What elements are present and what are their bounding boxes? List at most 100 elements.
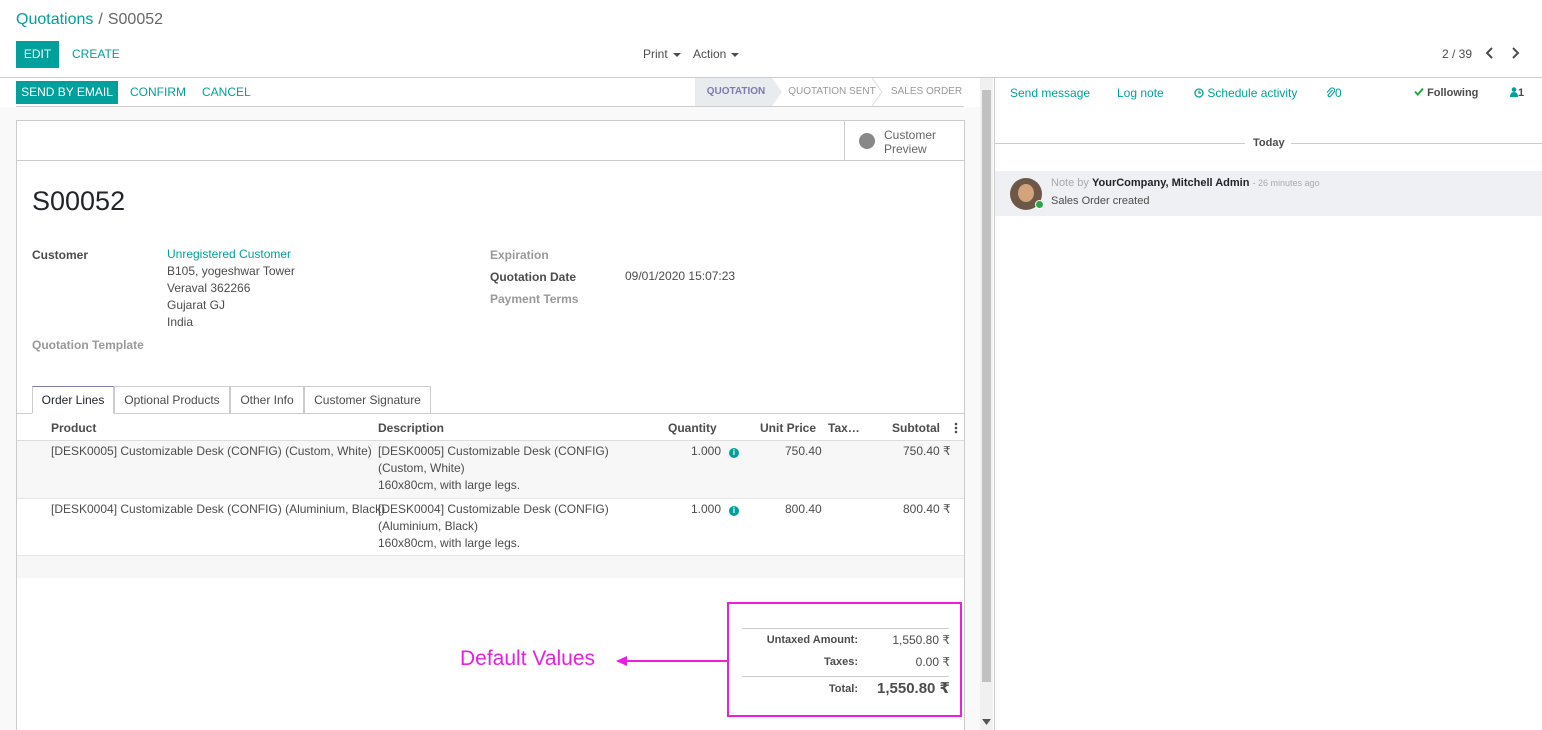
row-subtotal: 800.40 ₹: [903, 502, 951, 516]
followers-button[interactable]: 1: [1510, 87, 1524, 99]
customer-preview-line1: Customer: [884, 128, 937, 142]
table-row[interactable]: [DESK0005] Customizable Desk (CONFIG) (C…: [17, 441, 964, 499]
customer-preview-button[interactable]: Customer Preview: [844, 121, 964, 160]
check-icon: [1414, 87, 1424, 96]
message-author[interactable]: YourCompany, Mitchell Admin: [1092, 177, 1249, 189]
quotation-date-label: Quotation Date: [490, 270, 576, 284]
row-description-line3: 160x80cm, with large legs.: [378, 536, 521, 550]
control-panel: Quotations / S00052 EDIT CREATE Print Acti…: [0, 0, 1542, 78]
user-icon: [1510, 87, 1518, 97]
edit-button[interactable]: EDIT: [16, 41, 59, 68]
row-subtotal: 750.40 ₹: [903, 444, 951, 458]
table-row[interactable]: [DESK0004] Customizable Desk (CONFIG) (A…: [17, 499, 964, 556]
tab-optional-products[interactable]: Optional Products: [114, 386, 230, 414]
tab-other-info[interactable]: Other Info: [230, 386, 304, 414]
action-dropdown[interactable]: Action: [693, 47, 740, 61]
address-line-1: B105, yogeshwar Tower: [167, 264, 295, 278]
breadcrumb-quotations-link[interactable]: Quotations: [16, 11, 93, 28]
schedule-activity-button[interactable]: Schedule activity: [1194, 86, 1297, 100]
message-time: - 26 minutes ago: [1252, 178, 1320, 188]
stage-quotation-sent[interactable]: QUOTATION SENT: [785, 78, 879, 106]
total-value: 1,550.80 ₹: [877, 680, 950, 697]
tab-customer-signature[interactable]: Customer Signature: [304, 386, 431, 414]
pager-value[interactable]: 2 / 39: [1442, 47, 1472, 61]
message-body: Sales Order created: [1051, 195, 1150, 207]
attachments-button[interactable]: 0: [1326, 86, 1342, 100]
record-title: S00052: [32, 186, 126, 216]
col-quantity[interactable]: Quantity: [668, 421, 717, 435]
date-separator-line-left: [995, 143, 1245, 144]
paperclip-icon: [1326, 87, 1336, 98]
form-scrollbar-thumb[interactable]: [982, 90, 991, 682]
stage-quotation[interactable]: QUOTATION: [695, 78, 777, 106]
followers-count: 1: [1518, 87, 1525, 99]
confirm-button[interactable]: CONFIRM: [130, 81, 186, 104]
col-unit-price[interactable]: Unit Price: [760, 421, 816, 435]
scroll-down-arrow-icon[interactable]: [981, 718, 992, 726]
chatter-panel: Send message Log note Schedule activity …: [994, 78, 1542, 730]
annotation-arrow: [616, 656, 728, 666]
schedule-activity-label: Schedule activity: [1207, 86, 1298, 100]
expiration-label: Expiration: [490, 248, 549, 262]
col-subtotal[interactable]: Subtotal: [892, 421, 940, 435]
order-lines-header: Product Description Quantity Unit Price …: [17, 414, 964, 441]
avatar-face: [1018, 184, 1034, 202]
breadcrumb: Quotations / S00052: [16, 11, 163, 29]
following-button[interactable]: Following: [1414, 87, 1478, 99]
payment-terms-label: Payment Terms: [490, 292, 579, 306]
row-unit-price: 800.40: [785, 502, 822, 516]
untaxed-amount-label: Untaxed Amount:: [766, 634, 858, 646]
tab-order-lines[interactable]: Order Lines: [32, 386, 114, 414]
print-dropdown[interactable]: Print: [643, 47, 681, 61]
chevron-left-icon[interactable]: [1483, 46, 1497, 60]
log-note-button[interactable]: Log note: [1117, 86, 1164, 100]
col-product[interactable]: Product: [51, 421, 96, 435]
clock-icon: [1194, 88, 1204, 98]
breadcrumb-current: S00052: [107, 11, 164, 28]
stage-sales-order[interactable]: SALES ORDER: [889, 78, 964, 106]
send-by-email-button[interactable]: SEND BY EMAIL: [16, 81, 118, 104]
row-product: [DESK0004] Customizable Desk (CONFIG) (A…: [51, 502, 386, 516]
date-separator: Today: [995, 137, 1542, 151]
row-quantity: 1.000: [691, 502, 722, 516]
row-description-line1: [DESK0005] Customizable Desk (CONFIG): [378, 444, 609, 458]
row-description-line2: (Aluminium, Black): [378, 519, 479, 533]
row-unit-price: 750.40: [785, 444, 822, 458]
total-label: Total:: [828, 683, 858, 695]
statusbar: SEND BY EMAIL CONFIRM CANCEL QUOTATION Q…: [16, 78, 964, 107]
customer-preview-line2: Preview: [884, 142, 927, 156]
send-message-button[interactable]: Send message: [1010, 86, 1090, 100]
button-box: Customer Preview: [17, 121, 964, 161]
taxes-value: 0.00 ₹: [915, 655, 950, 669]
chevron-right-icon[interactable]: [1508, 46, 1522, 60]
caret-down-icon: [672, 52, 681, 57]
info-icon[interactable]: i: [729, 448, 739, 458]
address-line-3: Gujarat GJ: [167, 298, 226, 312]
message-meta: Note by YourCompany, Mitchell Admin - 26…: [1051, 177, 1320, 189]
quotation-date-value: 09/01/2020 15:07:23: [625, 269, 736, 283]
untaxed-amount-value: 1,550.80 ₹: [892, 633, 950, 647]
customer-link[interactable]: Unregistered Customer: [167, 246, 291, 263]
col-description[interactable]: Description: [378, 421, 444, 435]
create-button[interactable]: CREATE: [72, 47, 120, 61]
chatter-message: Note by YourCompany, Mitchell Admin - 26…: [995, 171, 1542, 216]
following-label: Following: [1427, 87, 1479, 99]
date-separator-label: Today: [1253, 137, 1285, 149]
quotation-template-label: Quotation Template: [32, 338, 144, 352]
date-separator-line-right: [1291, 143, 1542, 144]
totals-top-divider: [742, 628, 949, 629]
print-dropdown-label: Print: [643, 47, 668, 61]
row-quantity: 1.000: [691, 444, 722, 458]
column-options-icon[interactable]: [953, 422, 959, 434]
globe-icon: [859, 133, 875, 149]
attachments-count: 0: [1335, 86, 1342, 100]
address-line-2: Veraval 362266: [167, 281, 251, 295]
message-prefix: Note by: [1051, 177, 1089, 189]
default-values-annotation: Default Values: [460, 647, 596, 670]
row-description-line2: (Custom, White): [378, 461, 465, 475]
row-description-line1: [DESK0004] Customizable Desk (CONFIG): [378, 502, 609, 516]
info-icon[interactable]: i: [729, 506, 739, 516]
cancel-button[interactable]: CANCEL: [202, 81, 251, 104]
customer-preview-label: Customer Preview: [884, 128, 954, 156]
col-taxes[interactable]: Tax…: [828, 421, 860, 435]
